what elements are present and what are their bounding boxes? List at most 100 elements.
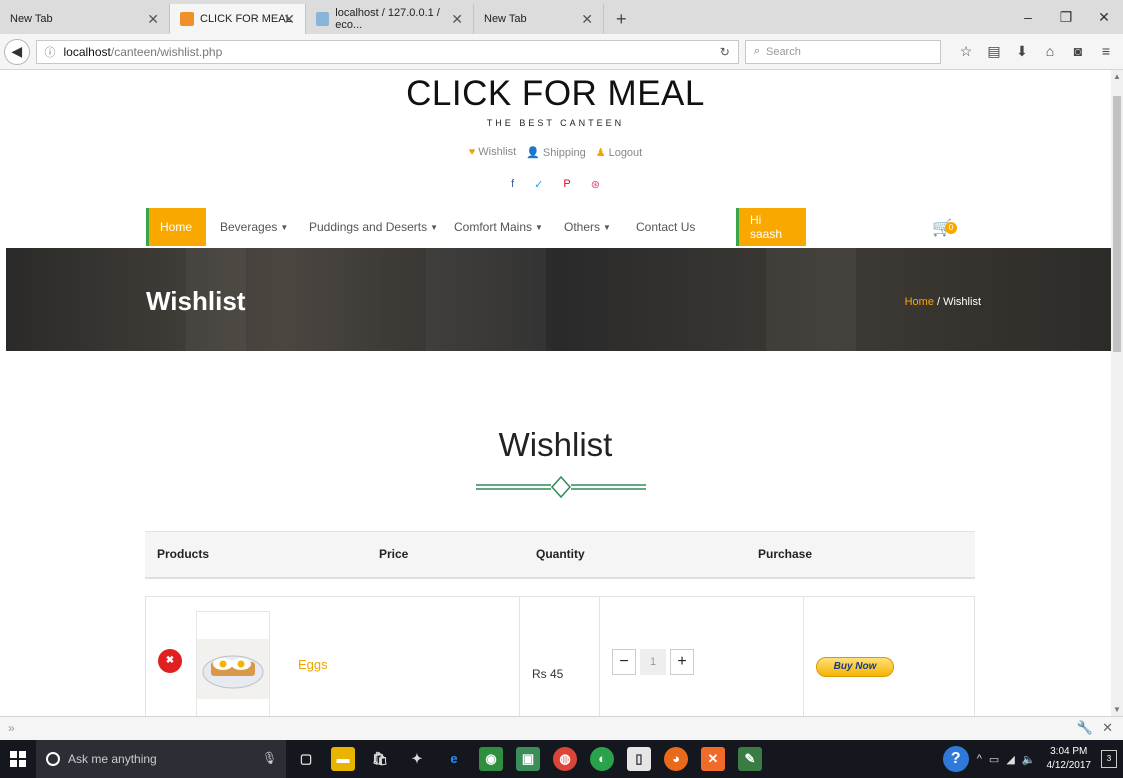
logout-link[interactable]: ♟ Logout bbox=[596, 146, 643, 159]
clock-date: 4/12/2017 bbox=[1046, 760, 1092, 771]
volume-icon[interactable]: 🔈 bbox=[1022, 753, 1036, 766]
browser-tab[interactable]: localhost / 127.0.0.1 / eco... ✕ bbox=[306, 4, 474, 34]
system-tray: ? ^ ▭ ◢ 🔈 3:04 PM 4/12/2017 3 bbox=[942, 740, 1117, 778]
nav-home[interactable]: Home bbox=[146, 208, 207, 246]
restore-icon[interactable]: ❐ bbox=[1047, 9, 1085, 26]
new-tab-plus-icon[interactable]: + bbox=[610, 4, 633, 34]
caret-down-icon: ▼ bbox=[280, 222, 289, 232]
nav-comfort-label: Comfort Mains bbox=[454, 220, 533, 234]
tripadvisor-icon[interactable]: ◉ bbox=[479, 747, 503, 771]
close-icon[interactable]: ✕ bbox=[451, 11, 463, 28]
url-path: /canteen/wishlist.php bbox=[110, 44, 223, 59]
dropbox-icon[interactable]: ✦ bbox=[405, 747, 429, 771]
decrease-quantity-button[interactable]: − bbox=[612, 649, 636, 675]
vertical-scrollbar[interactable]: ▲ ▼ bbox=[1111, 70, 1123, 716]
cortana-placeholder: Ask me anything bbox=[68, 752, 157, 766]
address-bar[interactable]: ⓘ localhost /canteen/wishlist.php ↻ bbox=[35, 39, 739, 64]
nav-others[interactable]: Others ▼ bbox=[564, 208, 611, 246]
firefox-icon[interactable]: ◕ bbox=[664, 747, 688, 771]
microphone-icon[interactable]: 🎙 bbox=[262, 751, 277, 765]
pinterest-icon[interactable]: P bbox=[563, 178, 570, 191]
nav-puddings-label: Puddings and Deserts bbox=[309, 220, 428, 234]
close-icon[interactable]: ✕ bbox=[147, 11, 159, 28]
minimize-icon[interactable]: – bbox=[1009, 9, 1047, 25]
browser-toolbar: ◀ ⓘ localhost /canteen/wishlist.php ↻ ⌕ … bbox=[0, 34, 1123, 70]
nav-beverages-label: Beverages bbox=[220, 220, 278, 234]
help-icon[interactable]: ? bbox=[942, 746, 969, 772]
reading-list-icon[interactable]: ▤ bbox=[983, 43, 1005, 60]
breadcrumb: Home / Wishlist bbox=[905, 296, 981, 308]
task-view-icon[interactable]: ▢ bbox=[294, 747, 318, 771]
close-icon[interactable]: ✕ bbox=[1102, 720, 1113, 736]
price-cell: Rs 45 bbox=[519, 597, 599, 716]
notification-center-icon[interactable]: 3 bbox=[1101, 750, 1117, 768]
clock[interactable]: 3:04 PM 4/12/2017 bbox=[1047, 745, 1092, 773]
shipping-link-label: Shipping bbox=[542, 147, 586, 159]
app-green-icon[interactable]: ◐ bbox=[590, 747, 614, 771]
chevron-right-icon[interactable]: » bbox=[8, 721, 15, 735]
store-icon[interactable]: 🛍 bbox=[368, 747, 392, 771]
increase-quantity-button[interactable]: + bbox=[670, 649, 694, 675]
pocket-icon[interactable]: ◙ bbox=[1067, 43, 1089, 60]
star-icon[interactable]: ☆ bbox=[955, 43, 977, 60]
product-image[interactable] bbox=[196, 611, 270, 716]
browser-tab[interactable]: New Tab ✕ bbox=[474, 4, 604, 34]
close-icon[interactable]: ✕ bbox=[283, 11, 295, 28]
scroll-down-icon[interactable]: ▼ bbox=[1111, 705, 1123, 714]
home-icon[interactable]: ⌂ bbox=[1039, 43, 1061, 60]
caret-down-icon: ▼ bbox=[430, 222, 438, 232]
nav-puddings[interactable]: Puddings and Deserts ▼ bbox=[309, 208, 438, 246]
windows-start-icon[interactable] bbox=[10, 751, 26, 767]
chevron-up-icon[interactable]: ^ bbox=[977, 753, 982, 765]
nav-user-greeting[interactable]: Hi saash bbox=[736, 208, 806, 246]
app-icon[interactable]: ▣ bbox=[516, 747, 540, 771]
download-icon[interactable]: ⬇ bbox=[1011, 43, 1033, 60]
url-host: localhost bbox=[63, 44, 111, 59]
facebook-icon[interactable]: f bbox=[511, 178, 514, 191]
nav-beverages[interactable]: Beverages ▼ bbox=[220, 208, 288, 246]
scrollbar-thumb[interactable] bbox=[1113, 96, 1121, 352]
social-links: f ✓ P ⊛ bbox=[0, 178, 1111, 191]
close-icon[interactable]: ✕ bbox=[581, 11, 593, 28]
notepad-icon[interactable]: ▯ bbox=[627, 747, 651, 771]
product-name[interactable]: Eggs bbox=[298, 657, 328, 672]
clock-time: 3:04 PM bbox=[1050, 746, 1088, 757]
nav-contact[interactable]: Contact Us bbox=[636, 208, 695, 246]
browser-tab-active[interactable]: CLICK FOR MEAL ✕ bbox=[170, 4, 306, 34]
chrome-icon[interactable]: ◍ bbox=[553, 747, 577, 771]
back-arrow-icon[interactable]: ◀ bbox=[4, 38, 30, 65]
reload-icon[interactable]: ↻ bbox=[720, 45, 730, 59]
wrench-icon[interactable]: 🔧 bbox=[1077, 720, 1093, 736]
shipping-link[interactable]: 👤 Shipping bbox=[526, 146, 586, 159]
info-icon[interactable]: ⓘ bbox=[45, 44, 56, 60]
nav-home-label: Home bbox=[160, 220, 193, 234]
scroll-up-icon[interactable]: ▲ bbox=[1111, 72, 1123, 81]
buy-now-button[interactable]: Buy Now bbox=[816, 657, 894, 677]
column-header: Price bbox=[367, 531, 524, 579]
file-explorer-icon[interactable]: ▬ bbox=[331, 747, 355, 771]
cart-icon[interactable]: 🛒 0 bbox=[932, 218, 957, 238]
page-banner: Wishlist Home / Wishlist bbox=[6, 248, 1111, 351]
twitter-icon[interactable]: ✓ bbox=[534, 178, 543, 191]
window-close-icon[interactable]: ✕ bbox=[1085, 9, 1123, 26]
windows-taskbar: Ask me anything 🎙 ▢ ▬ 🛍 ✦ e ◉ ▣ ◍ ◐ ▯ ◕ … bbox=[0, 740, 1123, 778]
nav-comfort-mains[interactable]: Comfort Mains ▼ bbox=[454, 208, 543, 246]
xampp-icon[interactable]: ✕ bbox=[701, 747, 725, 771]
search-input[interactable]: ⌕ Search bbox=[744, 39, 941, 64]
remove-item-icon[interactable]: ✖ bbox=[158, 649, 182, 673]
breadcrumb-home[interactable]: Home bbox=[905, 296, 934, 308]
edge-icon[interactable]: e bbox=[442, 747, 466, 771]
heart-icon: ♥ bbox=[468, 146, 476, 158]
network-icon[interactable]: ◢ bbox=[1006, 753, 1014, 766]
wishlist-link[interactable]: ♥ Wishlist bbox=[469, 146, 516, 159]
editor-icon[interactable]: ✎ bbox=[738, 747, 762, 771]
quantity-input[interactable]: 1 bbox=[640, 649, 666, 675]
dribbble-icon[interactable]: ⊛ bbox=[591, 178, 600, 191]
menu-icon[interactable]: ≡ bbox=[1095, 43, 1117, 60]
cortana-search-input[interactable]: Ask me anything bbox=[36, 740, 286, 778]
browser-tab[interactable]: New Tab ✕ bbox=[0, 4, 170, 34]
taskbar-apps: ▢ ▬ 🛍 ✦ e ◉ ▣ ◍ ◐ ▯ ◕ ✕ ✎ bbox=[294, 747, 775, 771]
battery-icon[interactable]: ▭ bbox=[989, 753, 999, 766]
nav-contact-label: Contact Us bbox=[636, 220, 696, 234]
site-brand[interactable]: CLICK FOR MEAL bbox=[0, 74, 1111, 114]
